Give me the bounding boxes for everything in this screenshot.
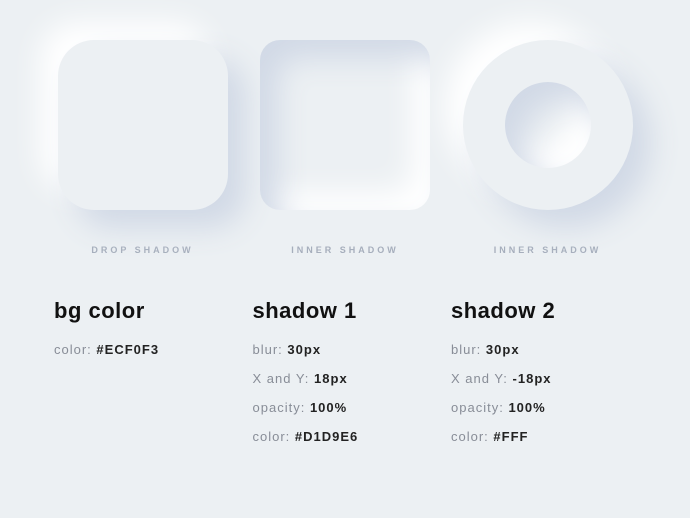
shadow1-blur: blur: 30px xyxy=(253,342,438,357)
shadow1-color: color: #D1D9E6 xyxy=(253,429,438,444)
shadow2-blur-label: blur: xyxy=(451,342,481,357)
shadow2-color: color: #FFF xyxy=(451,429,636,444)
inner-shadow-square-shape xyxy=(260,40,430,210)
shadow2-opacity-value: 100% xyxy=(508,400,545,415)
shadow1-opacity-label: opacity: xyxy=(253,400,306,415)
shadow2-xy-label: X and Y: xyxy=(451,371,508,386)
inner-shadow-ring-shape xyxy=(463,40,633,210)
shadow1-xy: X and Y: 18px xyxy=(253,371,438,386)
shadow1-opacity-value: 100% xyxy=(310,400,347,415)
ring-inner xyxy=(505,82,591,168)
shadow2-xy-value: -18px xyxy=(513,371,552,386)
caption-drop-shadow: DROP SHADOW xyxy=(91,245,193,255)
info-row: bg color color: #ECF0F3 shadow 1 blur: 3… xyxy=(50,298,640,458)
ring-outer xyxy=(463,40,633,210)
caption-inner-shadow-2: INNER SHADOW xyxy=(494,245,602,255)
shadow-1-block: shadow 1 blur: 30px X and Y: 18px opacit… xyxy=(253,298,438,458)
caption-inner-shadow-1: INNER SHADOW xyxy=(291,245,399,255)
bg-color-value: #ECF0F3 xyxy=(96,342,159,357)
shadow2-color-label: color: xyxy=(451,429,489,444)
rounded-square-drop xyxy=(58,40,228,210)
rounded-square-inset xyxy=(260,40,430,210)
shadow2-blur: blur: 30px xyxy=(451,342,636,357)
shadow2-opacity: opacity: 100% xyxy=(451,400,636,415)
shadow1-xy-label: X and Y: xyxy=(253,371,310,386)
inner-shadow-ring-col xyxy=(455,40,640,210)
shapes-row xyxy=(50,40,640,210)
shadow1-blur-value: 30px xyxy=(287,342,321,357)
shadow1-xy-value: 18px xyxy=(314,371,348,386)
shadow1-title: shadow 1 xyxy=(253,298,438,324)
inner-shadow-square-col xyxy=(253,40,438,210)
shadow2-blur-value: 30px xyxy=(486,342,520,357)
bg-color-label: color: xyxy=(54,342,92,357)
shadow1-color-value: #D1D9E6 xyxy=(295,429,358,444)
drop-shadow-col xyxy=(50,40,235,210)
shadow1-opacity: opacity: 100% xyxy=(253,400,438,415)
captions-row: DROP SHADOW INNER SHADOW INNER SHADOW xyxy=(50,240,640,258)
shadow1-blur-label: blur: xyxy=(253,342,283,357)
shadow1-color-label: color: xyxy=(253,429,291,444)
shadow2-opacity-label: opacity: xyxy=(451,400,504,415)
shadow2-xy: X and Y: -18px xyxy=(451,371,636,386)
bg-color-block: bg color color: #ECF0F3 xyxy=(54,298,239,458)
shadow-2-block: shadow 2 blur: 30px X and Y: -18px opaci… xyxy=(451,298,636,458)
shadow2-color-value: #FFF xyxy=(493,429,528,444)
bg-color-prop: color: #ECF0F3 xyxy=(54,342,239,357)
bg-title: bg color xyxy=(54,298,239,324)
shadow2-title: shadow 2 xyxy=(451,298,636,324)
drop-shadow-shape xyxy=(58,40,228,210)
